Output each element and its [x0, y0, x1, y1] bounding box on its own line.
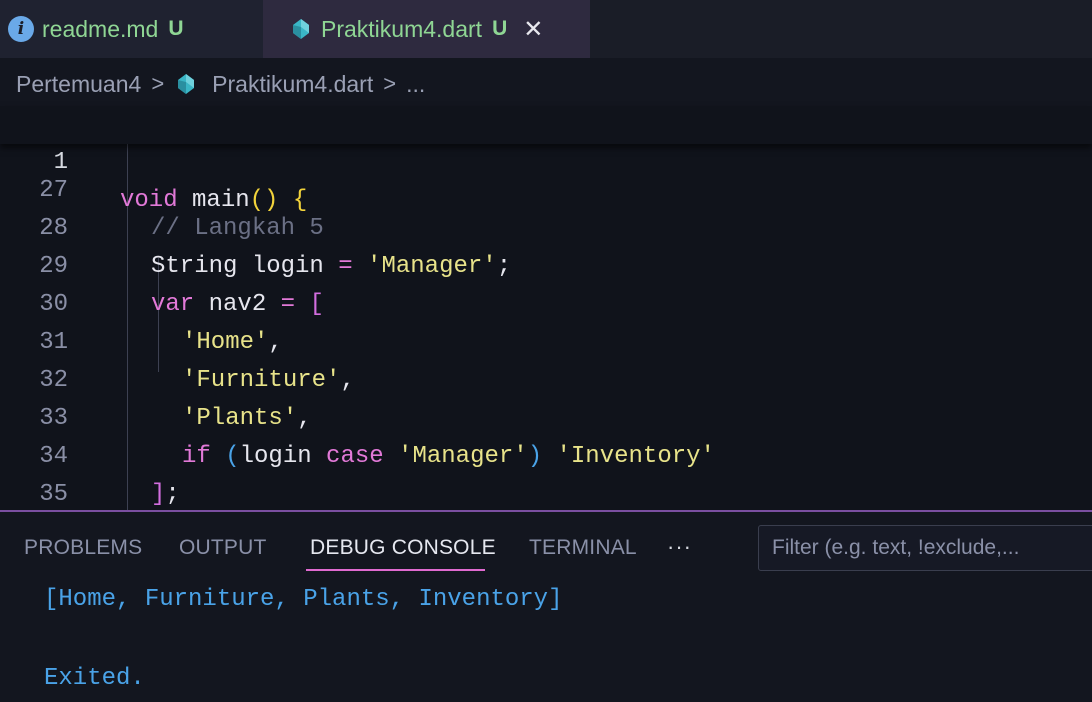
chevron-right-icon: >: [151, 71, 165, 96]
console-output-line: [Home, Furniture, Plants, Inventory]: [44, 586, 563, 613]
code-line-31[interactable]: 31 'Furniture',: [0, 286, 1092, 394]
tab-praktikum4[interactable]: Praktikum4.dart U ✕: [263, 0, 590, 58]
close-icon[interactable]: ✕: [523, 15, 543, 44]
line-number: 1: [53, 149, 68, 176]
code-line: void main() {: [120, 187, 308, 214]
more-actions-icon[interactable]: ···: [667, 534, 692, 560]
code-line-36[interactable]: 36 }: [0, 476, 1092, 584]
breadcrumb-file[interactable]: Praktikum4.dart: [212, 71, 373, 98]
untracked-badge: U: [168, 17, 184, 40]
filter-box[interactable]: [758, 525, 1092, 571]
breadcrumb-folder[interactable]: Pertemuan4: [16, 71, 141, 98]
dart-icon: [293, 19, 309, 39]
sticky-scroll-line[interactable]: 1 void main() {: [0, 106, 1092, 214]
active-tab-indicator: [306, 569, 485, 571]
code-editor[interactable]: 1 void main() { 27 // Langkah 5 28 Strin…: [0, 106, 1092, 584]
code-line-33[interactable]: 33 if (login case 'Manager') 'Inventory': [0, 362, 1092, 470]
code-line-34[interactable]: 34 ];: [0, 400, 1092, 508]
code-line-30[interactable]: 30 'Home',: [0, 248, 1092, 356]
code-line-32[interactable]: 32 'Plants',: [0, 324, 1092, 432]
info-icon: i: [8, 16, 34, 42]
tab-praktikum4-label: Praktikum4.dart: [321, 15, 483, 42]
breadcrumb-symbols[interactable]: ...: [406, 71, 425, 98]
tab-problems[interactable]: PROBLEMS: [24, 536, 142, 560]
tab-readme[interactable]: i readme.md U: [0, 0, 263, 58]
dart-icon: [178, 74, 195, 94]
bottom-panel: PROBLEMS OUTPUT DEBUG CONSOLE TERMINAL ·…: [0, 510, 1092, 702]
code-line-35[interactable]: 35 print(nav2);: [0, 438, 1092, 546]
tab-readme-label: readme.md: [42, 15, 159, 42]
untracked-badge: U: [492, 17, 508, 40]
tab-debug-console[interactable]: DEBUG CONSOLE: [310, 536, 496, 560]
chevron-right-icon: >: [383, 71, 397, 96]
filter-input[interactable]: [759, 526, 1092, 570]
console-output-line: Exited.: [44, 665, 145, 692]
tab-terminal[interactable]: TERMINAL: [529, 536, 637, 560]
breadcrumb: Pertemuan4 > Praktikum4.dart > ...: [0, 58, 1092, 110]
editor-tab-bar: i readme.md U Praktikum4.dart U ✕: [0, 0, 1092, 58]
tab-output[interactable]: OUTPUT: [179, 536, 267, 560]
